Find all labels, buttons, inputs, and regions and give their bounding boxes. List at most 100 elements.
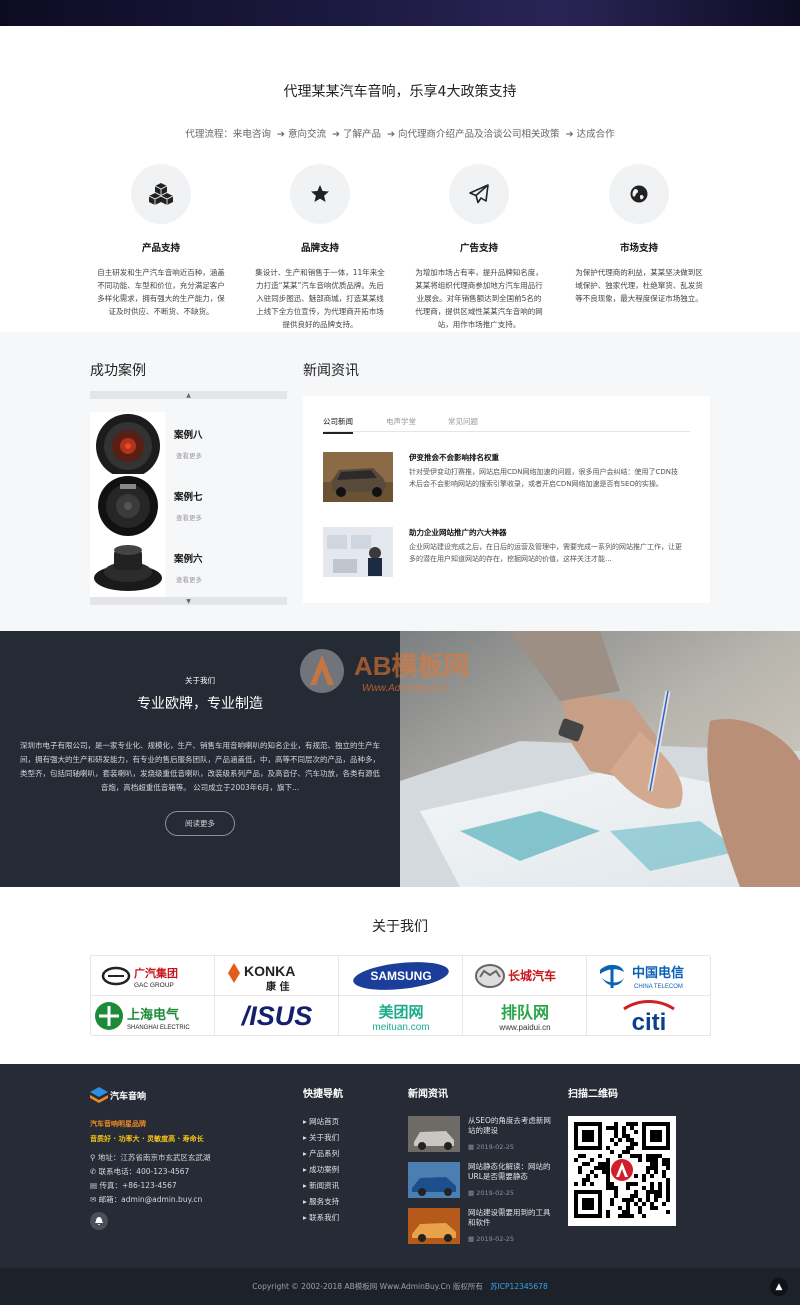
footer-news-item[interactable]: 网站静态化解读：网站的URL是否需要静态 ▦ 2019-02-25 xyxy=(408,1162,558,1198)
paidui-logo[interactable]: 排队网 www.paidui.cn xyxy=(463,996,587,1036)
footer-news-date: ▦ 2019-02-25 xyxy=(468,1189,514,1197)
about-desc: 深圳市电子有限公司，是一家专业化、规模化，生产、销售车用音响喇叭的知名企业，有规… xyxy=(20,741,380,792)
qr-code xyxy=(568,1116,676,1226)
footer: 汽车音响 汽车音响明星品牌 音质好 · 功率大 · 灵敏度高 · 寿命长 ⚲ 地… xyxy=(0,1064,800,1268)
news-item[interactable]: 助力企业网站推广的六大神器 企业网站建设完成之后，在日后的运营及管理中，需要完成… xyxy=(323,527,690,577)
footer-slogan-sub: 音质好 · 功率大 · 灵敏度高 · 寿命长 xyxy=(90,1135,204,1143)
watermark-main-text: AB模板网 xyxy=(354,651,470,681)
footer-brand-name: 汽车音响 xyxy=(110,1092,147,1102)
back-to-top-button[interactable]: ▲ xyxy=(770,1278,788,1296)
gac-logo[interactable]: 广汽集团 GAC GROUP xyxy=(91,956,215,996)
feature-title: 品牌支持 xyxy=(300,243,339,254)
flow-step: 达成合作 xyxy=(576,129,615,140)
mail-icon: ✉ xyxy=(90,1195,99,1204)
watermark-sub-text: Www.AdminBuy.Cn xyxy=(362,683,449,694)
case-more-link[interactable]: 查看更多 xyxy=(176,574,202,584)
footer-news-title-text: 从SEO的角度去考虑新网站的建设 xyxy=(468,1116,551,1135)
case-more-link[interactable]: 查看更多 xyxy=(176,450,202,460)
case-image xyxy=(90,412,165,474)
svg-text:中国电信: 中国电信 xyxy=(632,965,684,981)
cases-title: 成功案例 xyxy=(90,363,146,379)
feature-desc: 自主研发和生产汽车音响近百种，涵盖不同功能、车型和价位，充分满足客户多样化需求，… xyxy=(97,268,225,316)
bell-icon[interactable] xyxy=(90,1212,108,1230)
svg-text:长城汽车: 长城汽车 xyxy=(508,968,556,983)
svg-text:上海电气: 上海电气 xyxy=(127,1007,179,1023)
footer-logo[interactable]: 汽车音响 xyxy=(90,1087,170,1103)
cases-news-section: 成功案例 新闻资讯 ▲ 案例八 查看更多 案例七 查看更多 案例六 查看更多 ▼ xyxy=(0,332,800,631)
samsung-logo[interactable]: SAMSUNG xyxy=(339,956,463,996)
tab-company-news[interactable]: 公司新闻 xyxy=(323,416,353,434)
asus-logo[interactable]: /ISUS xyxy=(215,996,339,1036)
location-icon: ⚲ xyxy=(90,1153,98,1162)
phone-icon: ✆ xyxy=(90,1167,99,1176)
news-item-title: 伊变推会不会影响排名权重 xyxy=(409,453,499,462)
tab-faq[interactable]: 常见问题 xyxy=(448,416,478,427)
shanghai-electric-logo[interactable]: 上海电气 SHANGHAI ELECTRIC xyxy=(91,996,215,1036)
arrow-right-icon: ➔ xyxy=(384,129,399,140)
arrow-right-icon: ➔ xyxy=(273,129,288,140)
footer-nav-link[interactable]: ▸ 关于我们 xyxy=(303,1132,339,1143)
case-item[interactable]: 案例七 查看更多 xyxy=(90,474,287,536)
feature-desc: 为保护代理商的利益，某某坚决做到区域保护、独家代理，杜绝窜货、乱发货等不良现象，… xyxy=(575,268,703,303)
brand-logo-icon xyxy=(90,1087,108,1103)
footer-news-item[interactable]: 网站建设需要用到的工具和软件 ▦ 2019-02-25 xyxy=(408,1208,558,1244)
agency-flow: 代理流程：来电咨询 ➔ 意向交流 ➔ 了解产品 ➔ 向代理商介绍产品及洽谈公司相… xyxy=(0,126,800,140)
feature-ad-support: 广告支持 为增加市场占有率，提升品牌知名度，某某将组织代理商参加地方汽车用品行业… xyxy=(414,164,544,331)
case-name: 案例六 xyxy=(174,554,203,565)
icp-link[interactable]: 苏ICP12345678 xyxy=(490,1282,548,1291)
copyright-bar: Copyright © 2002-2018 AB模板网 Www.AdminBuy… xyxy=(0,1268,800,1305)
partners-title: 关于我们 xyxy=(372,919,428,935)
svg-text:美团网: 美团网 xyxy=(378,1003,423,1021)
footer-news-title-text: 网站静态化解读：网站的URL是否需要静态 xyxy=(468,1162,551,1181)
footer-address: ⚲ 地址：江苏省南京市玄武区玄武湖 xyxy=(90,1153,211,1162)
news-thumbnail xyxy=(408,1208,460,1244)
flow-label: 代理流程： xyxy=(185,129,233,140)
globe-icon xyxy=(609,164,669,224)
case-more-link[interactable]: 查看更多 xyxy=(176,512,202,522)
svg-text:康 佳: 康 佳 xyxy=(266,980,289,993)
about-section: 关于我们 专业欧牌，专业制造 深圳市电子有限公司，是一家专业化、规模化，生产、销… xyxy=(0,631,800,887)
footer-nav-link[interactable]: ▸ 新闻资讯 xyxy=(303,1180,339,1191)
flow-step: 了解产品 xyxy=(343,129,382,140)
footer-news-item[interactable]: 从SEO的角度去考虑新网站的建设 ▦ 2019-02-25 xyxy=(408,1116,558,1152)
watermark-logo: AB模板网 Www.AdminBuy.Cn xyxy=(296,639,516,699)
tab-audio-school[interactable]: 电声学堂 xyxy=(386,416,416,427)
meituan-logo[interactable]: 美团网 meituan.com xyxy=(339,996,463,1036)
footer-nav-link[interactable]: ▸ 服务支持 xyxy=(303,1196,339,1207)
case-name: 案例八 xyxy=(174,430,203,441)
news-thumbnail xyxy=(408,1116,460,1152)
chevron-down-icon: ▼ xyxy=(186,597,191,605)
case-item[interactable]: 案例八 查看更多 xyxy=(90,412,287,474)
flow-step: 来电咨询 xyxy=(232,129,271,140)
news-thumbnail xyxy=(408,1162,460,1198)
svg-text:KONKA: KONKA xyxy=(244,963,295,979)
svg-text:SAMSUNG: SAMSUNG xyxy=(370,969,431,983)
news-title: 新闻资讯 xyxy=(303,363,359,379)
svg-text:www.paidui.cn: www.paidui.cn xyxy=(498,1023,550,1032)
flow-step: 向代理商介绍产品及洽谈公司相关政策 xyxy=(398,129,560,140)
chevron-up-icon: ▲ xyxy=(186,391,191,399)
chevron-up-icon: ▲ xyxy=(775,1282,783,1292)
paper-plane-icon xyxy=(449,164,509,224)
carousel-up-arrow[interactable]: ▲ xyxy=(90,391,287,399)
partner-logo-grid: 广汽集团 GAC GROUP KONKA 康 佳 SAMSUNG 长城汽车 中国电信… xyxy=(90,955,711,1036)
chinatelecom-logo[interactable]: 中国电信 CHINA TELECOM xyxy=(587,956,711,996)
greatwall-logo[interactable]: 长城汽车 xyxy=(463,956,587,996)
feature-desc: 为增加市场占有率，提升品牌知名度，某某将组织代理商参加地方汽车用品行业展会。对年… xyxy=(415,268,543,329)
news-item[interactable]: 伊变推会不会影响排名权重 针对受伊变动打赛推，网站启用CDN网络加速的问题，很多… xyxy=(323,452,690,502)
citi-logo[interactable]: citi xyxy=(587,996,711,1036)
footer-nav-link[interactable]: ▸ 成功案例 xyxy=(303,1164,339,1175)
konka-logo[interactable]: KONKA 康 佳 xyxy=(215,956,339,996)
footer-phone: ✆ 联系电话：400-123-4567 xyxy=(90,1167,190,1176)
news-tabs: 公司新闻 电声学堂 常见问题 xyxy=(323,416,690,434)
footer-news-date: ▦ 2019-02-25 xyxy=(468,1235,514,1243)
news-panel: 公司新闻 电声学堂 常见问题 伊变推会不会影响排名权重 针对受伊变动打赛推，网站… xyxy=(303,396,710,603)
carousel-down-arrow[interactable]: ▼ xyxy=(90,597,287,605)
svg-text:CHINA TELECOM: CHINA TELECOM xyxy=(634,984,683,990)
footer-nav-link[interactable]: ▸ 产品系列 xyxy=(303,1148,339,1159)
case-item[interactable]: 案例六 查看更多 xyxy=(90,536,287,598)
footer-nav-link[interactable]: ▸ 联系我们 xyxy=(303,1212,339,1223)
read-more-button[interactable]: 阅读更多 xyxy=(165,811,235,836)
svg-text:/ISUS: /ISUS xyxy=(240,1001,312,1031)
footer-nav-link[interactable]: ▸ 网站首页 xyxy=(303,1116,339,1127)
